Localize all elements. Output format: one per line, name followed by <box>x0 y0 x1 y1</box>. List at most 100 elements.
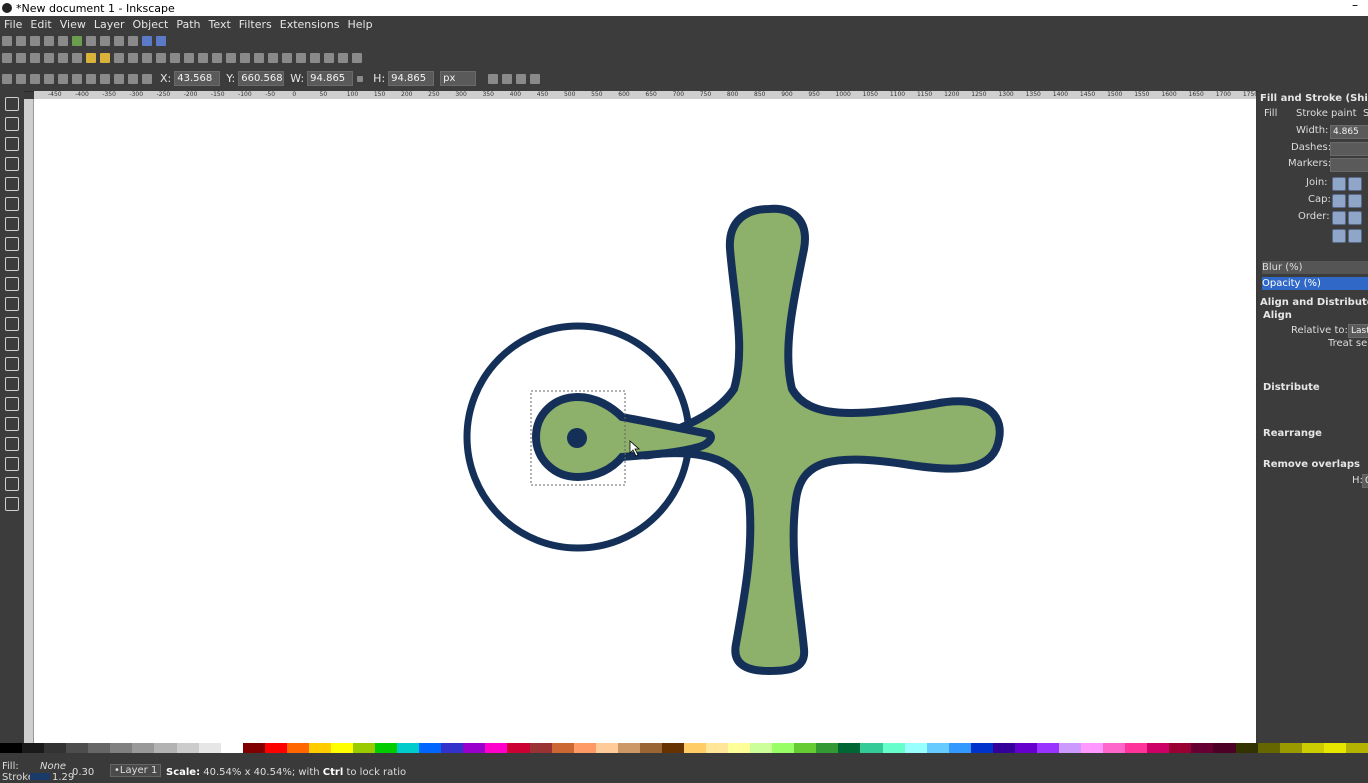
snap-intersection-icon[interactable] <box>86 36 96 46</box>
palette-swatch[interactable] <box>485 743 508 753</box>
preferences-icon[interactable] <box>352 52 362 63</box>
zoom-page-icon[interactable] <box>184 52 194 63</box>
eraser-tool-icon[interactable] <box>5 397 19 411</box>
tweak-tool-icon[interactable] <box>5 137 19 151</box>
center-dot[interactable] <box>567 428 587 448</box>
menu-edit[interactable]: Edit <box>30 18 51 31</box>
palette-swatch[interactable] <box>639 743 662 753</box>
tab-stroke-paint[interactable]: Stroke paint <box>1296 108 1368 119</box>
align-distribute-icon[interactable] <box>324 52 334 63</box>
w-input[interactable]: 94.865 <box>307 71 354 86</box>
palette-swatch[interactable] <box>463 743 486 753</box>
palette-swatch[interactable] <box>220 743 243 753</box>
x-input[interactable]: 43.568 <box>174 71 221 86</box>
clone-icon[interactable] <box>212 52 222 63</box>
spray-tool-icon[interactable] <box>5 377 19 391</box>
status-fill-value[interactable]: None <box>40 761 66 772</box>
palette-swatch[interactable] <box>1301 743 1324 753</box>
palette-swatch[interactable] <box>1147 743 1170 753</box>
palette-swatch[interactable] <box>838 743 861 753</box>
palette-swatch[interactable] <box>110 743 133 753</box>
snap-smooth-icon[interactable] <box>100 36 110 46</box>
cap-butt-icon[interactable] <box>1332 194 1346 208</box>
layers-icon[interactable] <box>296 52 306 63</box>
palette-swatch[interactable] <box>1235 743 1258 753</box>
pencil-tool-icon[interactable] <box>5 297 19 311</box>
markers-select[interactable] <box>1330 158 1368 172</box>
y-input[interactable]: 660.568 <box>238 71 285 86</box>
palette-swatch[interactable] <box>529 743 552 753</box>
palette-swatch[interactable] <box>154 743 177 753</box>
menu-filters[interactable]: Filters <box>239 18 272 31</box>
palette-swatch[interactable] <box>1257 743 1280 753</box>
overlap-h-input[interactable]: 0 <box>1362 474 1368 488</box>
palette-swatch[interactable] <box>1059 743 1082 753</box>
palette-swatch[interactable] <box>66 743 89 753</box>
snap-path-icon[interactable] <box>72 36 82 46</box>
palette-swatch[interactable] <box>88 743 111 753</box>
fill-stroke-icon[interactable] <box>268 52 278 63</box>
cut-icon[interactable] <box>128 52 138 63</box>
treat-selection-checkbox[interactable]: Treat sel <box>1328 338 1368 349</box>
calligraphy-tool-icon[interactable] <box>5 337 19 351</box>
lock-ratio-icon[interactable] <box>357 75 364 82</box>
import-icon[interactable] <box>58 52 68 63</box>
scale-stroke-icon[interactable] <box>488 73 499 84</box>
group-icon[interactable] <box>240 52 250 63</box>
palette-swatch[interactable] <box>397 743 420 753</box>
palette-swatch[interactable] <box>1014 743 1037 753</box>
order-stroke-fill-icon[interactable] <box>1348 211 1362 225</box>
palette-swatch[interactable] <box>551 743 574 753</box>
unlink-clone-icon[interactable] <box>226 52 236 63</box>
palette-swatch[interactable] <box>595 743 618 753</box>
zoom-selection-icon[interactable] <box>156 52 166 63</box>
lower-to-bottom-icon[interactable] <box>142 73 152 84</box>
snap-page-icon[interactable] <box>128 36 138 46</box>
palette-swatch[interactable] <box>882 743 905 753</box>
menu-object[interactable]: Object <box>133 18 169 31</box>
palette-swatch[interactable] <box>1345 743 1368 753</box>
menu-path[interactable]: Path <box>176 18 200 31</box>
palette-swatch[interactable] <box>1323 743 1346 753</box>
palette-swatch[interactable] <box>661 743 684 753</box>
palette-swatch[interactable] <box>375 743 398 753</box>
palette-swatch[interactable] <box>353 743 376 753</box>
palette-swatch[interactable] <box>176 743 199 753</box>
snap-grid-icon[interactable] <box>142 36 152 46</box>
palette-swatch[interactable] <box>507 743 530 753</box>
pen-tool-icon[interactable] <box>5 317 19 331</box>
spiral-tool-icon[interactable] <box>5 277 19 291</box>
palette-swatch[interactable] <box>992 743 1015 753</box>
dropper-tool-icon[interactable] <box>5 477 19 491</box>
palette-swatch[interactable] <box>617 743 640 753</box>
rotate-ccw-icon[interactable] <box>44 73 54 84</box>
bucket-tool-icon[interactable] <box>5 417 19 431</box>
document-properties-icon[interactable] <box>338 52 348 63</box>
raise-icon[interactable] <box>114 73 124 84</box>
palette-swatch[interactable] <box>926 743 949 753</box>
palette-swatch[interactable] <box>44 743 67 753</box>
mesh-tool-icon[interactable] <box>5 457 19 471</box>
minimize-icon[interactable]: – <box>1352 0 1358 12</box>
palette-swatch[interactable] <box>308 743 331 753</box>
move-patterns-icon[interactable] <box>530 73 541 84</box>
palette-swatch[interactable] <box>948 743 971 753</box>
unit-select[interactable]: px <box>440 71 477 86</box>
join-round-icon[interactable] <box>1348 177 1362 191</box>
menu-text[interactable]: Text <box>209 18 231 31</box>
snap-enable-icon[interactable] <box>2 36 12 46</box>
relative-to-select[interactable]: Last <box>1348 324 1368 338</box>
snap-cusp-icon[interactable] <box>114 36 124 46</box>
palette-swatch[interactable] <box>286 743 309 753</box>
status-opacity[interactable]: 0.30 <box>72 767 94 778</box>
new-document-icon[interactable] <box>2 52 12 63</box>
menu-file[interactable]: File <box>4 18 22 31</box>
color-palette[interactable] <box>0 743 1368 753</box>
status-stroke-width[interactable]: 1.29 <box>52 772 74 783</box>
snap-midpoint-icon[interactable] <box>44 36 54 46</box>
palette-swatch[interactable] <box>1213 743 1236 753</box>
text-font-icon[interactable] <box>282 52 292 63</box>
menu-view[interactable]: View <box>60 18 86 31</box>
move-gradients-icon[interactable] <box>516 73 527 84</box>
3d-box-tool-icon[interactable] <box>5 217 19 231</box>
